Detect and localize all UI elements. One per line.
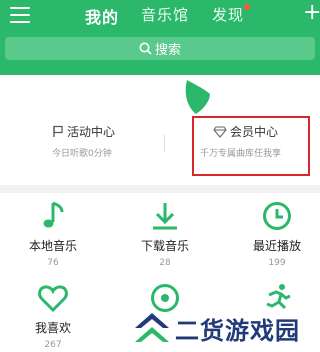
grid-count: 76: [47, 258, 59, 268]
grid-label: 我喜欢: [34, 321, 71, 335]
grid-count: 28: [159, 258, 171, 268]
flag-icon: [53, 125, 63, 137]
grid-label: 最近播放: [252, 239, 301, 253]
heart-icon: [38, 285, 68, 313]
search-bar[interactable]: 搜索: [5, 37, 315, 60]
search-label: 搜索: [154, 43, 181, 58]
leaf-decoration: [185, 80, 210, 114]
music-note-icon: [43, 201, 64, 228]
grid-count: 199: [268, 258, 286, 268]
watermark: 二货游戏园: [126, 303, 320, 352]
clock-icon: [263, 202, 291, 230]
discover-badge: [244, 4, 250, 10]
menu-icon[interactable]: [10, 5, 32, 25]
card-divider: [164, 135, 165, 152]
tab-mine[interactable]: 我的: [85, 4, 119, 28]
activity-center-subtitle: 今日听歌0分钟: [52, 149, 112, 159]
highlight-box: [192, 116, 310, 176]
download-icon: [153, 203, 177, 230]
grid-label: 下载音乐: [140, 239, 189, 253]
top-header: 我的 音乐馆 发现 + 搜索: [0, 0, 320, 75]
search-icon: [139, 42, 152, 55]
tab-music-hall[interactable]: 音乐馆: [141, 4, 189, 25]
tab-discover[interactable]: 发现: [212, 4, 244, 25]
section-divider: [0, 185, 320, 193]
activity-center-title: 活动中心: [67, 125, 116, 139]
grid-item-recent-play[interactable]: 最近播放 199: [237, 200, 317, 268]
grid-label: 本地音乐: [28, 239, 77, 253]
watermark-text: 二货游戏园: [175, 317, 300, 345]
activity-center[interactable]: 活动中心 今日听歌0分钟: [52, 123, 115, 159]
add-icon[interactable]: +: [303, 2, 320, 24]
grid-item-download-music[interactable]: 下载音乐 28: [125, 200, 205, 268]
grid-count: 267: [44, 340, 62, 350]
double-chevron-logo: [135, 313, 169, 342]
grid-item-local-music[interactable]: 本地音乐 76: [13, 200, 93, 268]
grid-item-favorites[interactable]: 我喜欢 267: [13, 282, 93, 350]
